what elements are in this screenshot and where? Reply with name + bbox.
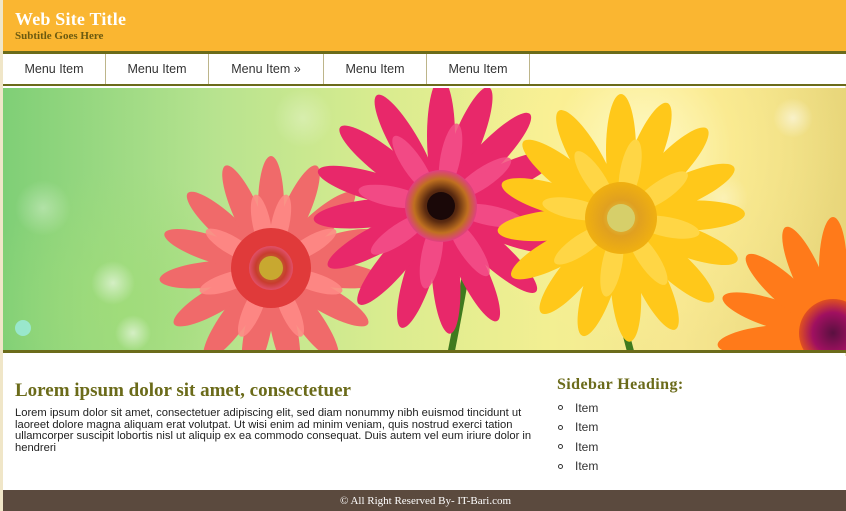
site-header: Web Site Title Subtitle Goes Here: [3, 0, 846, 54]
circle-bullet-icon: [558, 405, 563, 411]
nav-item-1[interactable]: Menu Item: [3, 54, 106, 84]
site-title[interactable]: Web Site Title: [15, 9, 126, 30]
sidebar-item-label: Item: [575, 459, 599, 474]
main-heading: Lorem ipsum dolor sit amet, consectetuer: [15, 380, 351, 401]
nav-item-5[interactable]: Menu Item: [427, 54, 530, 84]
sidebar: Sidebar Heading: Item Item Item Item: [557, 376, 837, 476]
sidebar-list-item[interactable]: Item: [557, 457, 837, 477]
footer-copyright: © All Right Reserved By- IT-Bari.com: [339, 494, 512, 507]
page: Web Site Title Subtitle Goes Here Menu I…: [0, 0, 846, 511]
sidebar-item-label: Item: [575, 400, 599, 415]
nav-item-2[interactable]: Menu Item: [106, 54, 209, 84]
main-nav: Menu Item Menu Item Menu Item » Menu Ite…: [3, 54, 846, 86]
gerbera-flowers-illustration: [15, 88, 846, 350]
site-footer: © All Right Reserved By- IT-Bari.com: [3, 490, 846, 511]
content-area: Lorem ipsum dolor sit amet, consectetuer…: [3, 356, 846, 490]
sidebar-item-label: Item: [575, 420, 599, 435]
sidebar-list-item[interactable]: Item: [557, 418, 837, 438]
circle-bullet-icon: [558, 444, 563, 450]
site-subtitle: Subtitle Goes Here: [15, 30, 104, 42]
sidebar-list-item[interactable]: Item: [557, 398, 837, 418]
banner-image: [3, 88, 846, 353]
sidebar-list: Item Item Item Item: [557, 398, 837, 476]
circle-bullet-icon: [558, 463, 563, 469]
nav-item-4[interactable]: Menu Item: [324, 54, 427, 84]
sidebar-heading: Sidebar Heading:: [557, 376, 684, 393]
sidebar-item-label: Item: [575, 439, 599, 454]
nav-item-3-dropdown[interactable]: Menu Item »: [209, 54, 324, 84]
circle-bullet-icon: [558, 424, 563, 430]
main-paragraph: Lorem ipsum dolor sit amet, consectetuer…: [15, 407, 532, 454]
sidebar-list-item[interactable]: Item: [557, 437, 837, 457]
